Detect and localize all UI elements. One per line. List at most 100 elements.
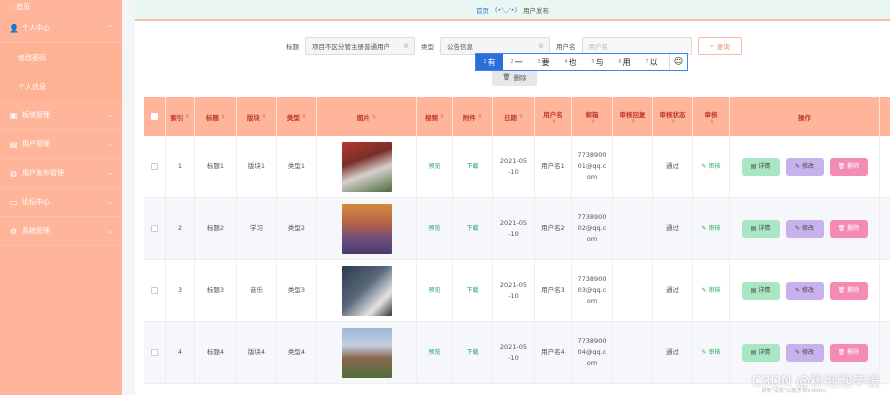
- edit-button[interactable]: ✎ 修改: [785, 157, 824, 176]
- col-image[interactable]: 图片 ⇅: [317, 97, 417, 136]
- cell-type: 类型2: [277, 198, 317, 259]
- audit-link[interactable]: ✎ 审核: [702, 285, 721, 296]
- title-input[interactable]: 项目不区分管主册普通用户 ⊗: [305, 37, 415, 55]
- ime-candidate[interactable]: 4也: [557, 54, 584, 70]
- cell-video: 预览: [417, 260, 453, 321]
- col-title[interactable]: 标题 ⇅: [195, 97, 237, 136]
- col-type[interactable]: 类型 ⇅: [277, 97, 317, 136]
- row-checkbox[interactable]: [151, 349, 158, 356]
- cell-index: 2: [166, 198, 195, 259]
- cell-audit-reply: [613, 322, 653, 383]
- sidebar-item-change-password[interactable]: 修改密码: [0, 43, 122, 72]
- chevron-down-icon: ⌄: [107, 111, 113, 119]
- post-image[interactable]: [341, 203, 392, 254]
- col-attachment[interactable]: 附件 ⇅: [453, 97, 493, 136]
- post-image[interactable]: [341, 265, 392, 316]
- attachment-download-link[interactable]: 下载: [466, 223, 478, 234]
- cell-date: 2021-05 -10: [493, 260, 535, 321]
- attachment-download-link[interactable]: 下载: [466, 285, 478, 296]
- row-checkbox[interactable]: [151, 225, 158, 232]
- ime-candidate[interactable]: 2一: [503, 54, 530, 70]
- sidebar-item-block-management[interactable]: ▣ 板块管理 ⌄: [0, 101, 122, 130]
- delete-button[interactable]: 🗑 删除: [829, 157, 868, 176]
- col-audit-status[interactable]: 审核状态 ⇅: [653, 97, 693, 136]
- attachment-download-link[interactable]: 下载: [466, 347, 478, 358]
- sort-icon: ⇅: [709, 118, 715, 125]
- table-header: 索引 ⇅ 标题 ⇅ 版块 ⇅ 类型 ⇅ 图片 ⇅ 视频 ⇅ 附件 ⇅ 日期 ⇅ 用户名 ⇅ 邮箱 ⇅…: [144, 97, 890, 136]
- audit-link[interactable]: ✎ 审核: [702, 161, 721, 172]
- trash-icon: 🗑: [837, 349, 846, 356]
- edit-button[interactable]: ✎ 修改: [785, 219, 824, 238]
- email-line: om: [586, 359, 598, 367]
- delete-button[interactable]: 🗑 删除: [829, 343, 868, 362]
- cell-email: 7738900 03@qq.c om: [572, 260, 613, 321]
- attachment-download-link[interactable]: 下载: [466, 161, 478, 172]
- sidebar-item-user-post-management[interactable]: ◍ 用户发布管理 ⌄: [0, 159, 122, 188]
- edit-button[interactable]: ✎ 修改: [785, 281, 824, 300]
- detail-button[interactable]: ▤ 详情: [741, 219, 780, 238]
- posts-table: 索引 ⇅ 标题 ⇅ 版块 ⇅ 类型 ⇅ 图片 ⇅ 视频 ⇅ 附件 ⇅ 日期 ⇅ 用户名 ⇅ 邮箱 ⇅…: [144, 97, 890, 384]
- ime-candidate[interactable]: 3要: [530, 54, 557, 70]
- delete-label: 删除: [847, 287, 860, 294]
- row-checkbox[interactable]: [151, 163, 158, 170]
- audit-link[interactable]: ✎ 审核: [702, 347, 721, 358]
- col-date[interactable]: 日期 ⇅: [493, 97, 535, 136]
- cell-title: 标题2: [195, 198, 237, 259]
- audit-link[interactable]: ✎ 审核: [702, 223, 721, 234]
- type-input-value: 公告信息: [447, 43, 473, 51]
- date-line: 2021-05: [499, 342, 528, 351]
- col-video[interactable]: 视频 ⇅: [417, 97, 453, 136]
- col-audit[interactable]: 审核 ⇅: [693, 97, 730, 136]
- clear-icon[interactable]: ⊗: [403, 42, 409, 50]
- video-preview-link[interactable]: 预览: [428, 347, 440, 358]
- col-email[interactable]: 邮箱 ⇅: [572, 97, 613, 136]
- emoji-icon[interactable]: ☺: [669, 54, 687, 70]
- post-image[interactable]: [341, 327, 392, 378]
- clear-icon[interactable]: ⊗: [538, 42, 544, 50]
- post-image[interactable]: [341, 141, 392, 192]
- edit-button[interactable]: ✎ 修改: [785, 343, 824, 362]
- delete-button[interactable]: 🗑 删除: [829, 281, 868, 300]
- col-username[interactable]: 用户名 ⇅: [535, 97, 572, 136]
- sidebar-item-personal-center[interactable]: 👤 个人中心 ⌃: [0, 14, 122, 43]
- video-preview-link[interactable]: 预览: [428, 285, 440, 296]
- cell-audit-reply: [613, 198, 653, 259]
- col-label: 图片: [356, 113, 370, 122]
- detail-button[interactable]: ▤ 详情: [741, 157, 780, 176]
- ime-text: 用: [622, 57, 631, 67]
- video-preview-link[interactable]: 预览: [428, 223, 440, 234]
- cell-audit-reply: [613, 260, 653, 321]
- sidebar-item-personal-info[interactable]: 个人信息: [0, 72, 122, 101]
- sort-icon: ⇅: [631, 118, 636, 125]
- home-icon: ⌂: [8, 2, 14, 12]
- col-block[interactable]: 版块 ⇅: [237, 97, 277, 136]
- sidebar-item-forum-center[interactable]: ▭ 论坛中心 ⌄: [0, 188, 122, 217]
- sidebar-item-system-management[interactable]: ⚙ 系统管理 ⌄: [0, 217, 122, 246]
- query-button[interactable]: ⌕ 查询: [698, 37, 742, 55]
- breadcrumb-home[interactable]: 首页: [476, 5, 489, 15]
- ime-candidate[interactable]: 1有: [476, 54, 503, 70]
- date-line: -10: [508, 167, 519, 176]
- video-preview-link[interactable]: 预览: [428, 161, 440, 172]
- select-all-checkbox[interactable]: [151, 113, 158, 120]
- ime-candidate[interactable]: 7以: [638, 54, 665, 70]
- cell-type: 类型3: [277, 260, 317, 321]
- col-index[interactable]: 索引 ⇅: [166, 97, 195, 136]
- ime-candidate[interactable]: 5与: [584, 54, 611, 70]
- sort-icon: ⇅: [518, 113, 524, 120]
- ime-candidate[interactable]: 6用: [611, 54, 638, 70]
- detail-button[interactable]: ▤ 详情: [741, 343, 780, 362]
- table-row: 2 标题2 学习 类型2 预览 下载 2021-05 -10 用户名2 77389…: [144, 198, 890, 260]
- row-checkbox-cell: [144, 260, 166, 321]
- type-label: 类型: [421, 43, 434, 51]
- breadcrumb: 首页 (•'◡'•) 用户发布: [135, 0, 890, 21]
- sidebar-item-user-management[interactable]: ▤ 用户管理 ⌄: [0, 130, 122, 159]
- detail-button[interactable]: ▤ 详情: [741, 281, 780, 300]
- cell-email: 7738900 01@qq.c om: [572, 136, 613, 197]
- sort-icon: ⇅: [220, 113, 226, 120]
- row-checkbox[interactable]: [151, 287, 158, 294]
- col-audit-reply[interactable]: 审核回复 ⇅: [613, 97, 653, 136]
- detail-label: 详情: [758, 225, 771, 232]
- sidebar-home[interactable]: ⌂ 首页: [0, 0, 122, 14]
- delete-button[interactable]: 🗑 删除: [829, 219, 868, 238]
